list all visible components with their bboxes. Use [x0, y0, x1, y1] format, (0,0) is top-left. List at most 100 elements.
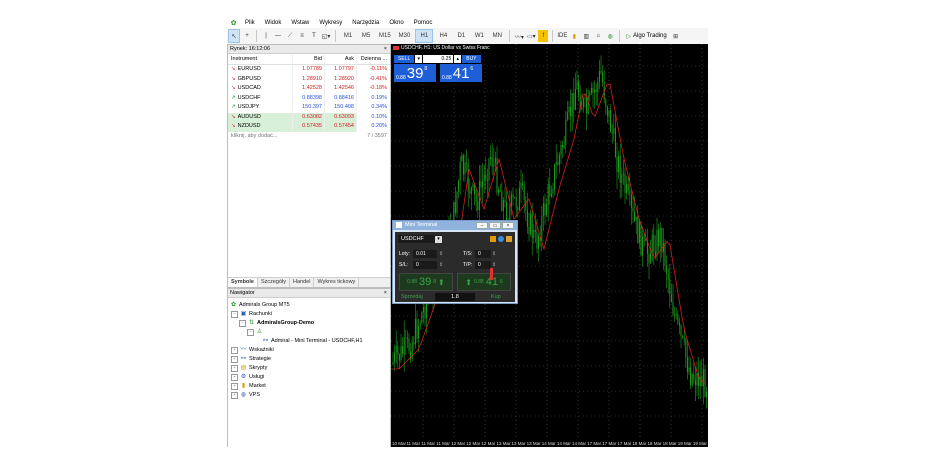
close-icon[interactable]: × [384, 45, 387, 53]
lot-input[interactable]: 0.25 [423, 55, 454, 63]
text-icon[interactable]: T [309, 30, 319, 42]
ts-stepper-icon[interactable]: ⇕ [492, 250, 496, 258]
minimize-icon[interactable]: – [476, 222, 488, 229]
buy-price[interactable]: 0.88 41 6 [440, 64, 482, 82]
tab-trading[interactable]: Handel [290, 278, 315, 287]
col-ask[interactable]: Ask [324, 54, 356, 64]
expand-icon[interactable]: + [231, 374, 238, 381]
lots-stepper-icon[interactable]: ⇕ [439, 250, 443, 258]
nav-item-market[interactable]: + ▮ Market [228, 382, 390, 391]
menu-file[interactable]: Plik [240, 20, 260, 26]
settings-icon[interactable] [490, 236, 496, 242]
expand-icon[interactable]: + [231, 347, 238, 354]
market-watch-row[interactable]: ↘ AUDUSD 0.63082 0.63093 0.10% [228, 112, 390, 122]
nav-item-broker[interactable]: ✿ Admirals Group MT5 [228, 301, 390, 310]
mini-buy-button[interactable]: ⬆ 0.88 41 6 [457, 273, 511, 291]
sl-stepper-icon[interactable]: ⇕ [439, 261, 443, 269]
expand-icon[interactable]: + [231, 356, 238, 363]
new-order-icon[interactable]: ⊞ [671, 30, 681, 42]
alert-icon[interactable] [506, 236, 512, 242]
menu-view[interactable]: Widok [260, 20, 287, 26]
signals-icon[interactable]: ⌂ [593, 30, 603, 42]
nav-item-mini-terminal[interactable]: ⚯ Admiral - Mini Terminal - USDCHF,H1 [228, 337, 390, 346]
chevron-down-icon[interactable]: ▾ [435, 236, 442, 243]
indicator-icon[interactable]: f [538, 30, 549, 42]
col-bid[interactable]: Bid [292, 54, 324, 64]
menu-charts[interactable]: Wykresy [314, 20, 347, 26]
market-watch-row[interactable]: ↗ USDJPY 150.397 150.408 0.34% [228, 103, 390, 113]
menu-help[interactable]: Pomoc [409, 20, 438, 26]
market-watch-row[interactable]: ↘ EURUSD 1.07789 1.07797 -0.11% [228, 65, 390, 75]
collapse-icon[interactable]: − [231, 311, 238, 318]
collapse-icon[interactable]: − [247, 329, 254, 336]
tf-d1[interactable]: D1 [453, 30, 469, 42]
tf-m15[interactable]: M15 [376, 30, 394, 42]
trendline-icon[interactable]: ⟋ [285, 30, 295, 42]
tf-m5[interactable]: M5 [358, 30, 374, 42]
depth-of-market-icon[interactable]: ▥ [581, 30, 591, 42]
tf-m30[interactable]: M30 [396, 30, 414, 42]
maximize-icon[interactable]: ▭ [489, 222, 501, 229]
chart-type-icon[interactable]: 〰▾ [514, 30, 524, 42]
tf-h4[interactable]: H4 [435, 30, 451, 42]
vertical-line-icon[interactable]: | [261, 30, 271, 42]
cursor-icon[interactable]: ↖ [228, 29, 240, 43]
tp-input[interactable]: 0 [475, 261, 491, 269]
close-icon[interactable]: × [384, 289, 387, 297]
menu-insert[interactable]: Wstaw [286, 20, 314, 26]
menu-tools[interactable]: Narzędzia [347, 20, 384, 26]
sell-button[interactable]: SELL [394, 55, 415, 63]
lot-increase-button[interactable]: ▴ [454, 55, 462, 63]
ts-label: T/S: [463, 251, 473, 257]
candle-body [626, 184, 628, 193]
mini-sell-button[interactable]: 0.88 39 8 ⬆ [399, 273, 453, 291]
tab-symbols[interactable]: Symbole [228, 278, 258, 287]
template-icon[interactable]: ▭▾ [526, 30, 536, 42]
menu-window[interactable]: Okno [384, 20, 408, 26]
lot-decrease-button[interactable]: ▾ [415, 55, 423, 63]
shapes-icon[interactable]: ◱▾ [321, 30, 331, 42]
nav-item-scripts[interactable]: + ▤ Skrypty [228, 364, 390, 373]
market-watch-row[interactable]: ↘ USDCAD 1.42528 1.42546 -0.18% [228, 84, 390, 94]
buy-button[interactable]: BUY [462, 55, 481, 63]
market-watch-row[interactable]: ↗ USDCHF 0.88398 0.88416 0.19% [228, 93, 390, 103]
algo-trading-button[interactable]: ▷ Algo Trading [623, 33, 669, 40]
tf-mn[interactable]: MN [489, 30, 505, 42]
globe-icon[interactable]: ◍ [605, 30, 615, 42]
expand-icon[interactable]: + [231, 392, 238, 399]
horizontal-line-icon[interactable]: — [273, 30, 283, 42]
col-instrument[interactable]: Instrument [228, 54, 292, 64]
lots-input[interactable]: 0.01 [413, 250, 437, 258]
instrument-cell: ↘ NZDUSD [228, 122, 292, 132]
tf-h1[interactable]: H1 [415, 29, 434, 43]
tf-m1[interactable]: M1 [340, 30, 356, 42]
tab-tick-chart[interactable]: Wykres tickowy [314, 278, 360, 287]
nav-item-accounts[interactable]: − ▣ Rachunki [228, 310, 390, 319]
nav-item-vps[interactable]: + ◍ VPS [228, 391, 390, 400]
collapse-icon[interactable]: − [239, 320, 246, 327]
market-watch-row[interactable]: ↘ NZDUSD 0.57435 0.57454 0.20% [228, 122, 390, 132]
crosshair-icon[interactable]: + [242, 30, 252, 42]
nav-item-server[interactable]: − ⇅ AdmiralsGroup-Demo [228, 319, 390, 328]
col-daily-change[interactable]: Dzienna ... [356, 54, 389, 64]
tf-w1[interactable]: W1 [471, 30, 487, 42]
nav-item-services[interactable]: + ⚙ Usługi [228, 373, 390, 382]
close-icon[interactable]: × [502, 222, 514, 229]
time-axis-label: 13 Mar 10:00 [511, 441, 526, 446]
expand-icon[interactable]: + [231, 383, 238, 390]
sl-input[interactable]: 0 [413, 261, 437, 269]
lock-icon[interactable]: ▮ [569, 30, 579, 42]
add-symbol-row[interactable]: kliknij, aby dodać... 7 / 3597 [228, 132, 390, 141]
nav-item-strategies[interactable]: + ⚯ Strategie [228, 355, 390, 364]
channel-icon[interactable]: ≡ [297, 30, 307, 42]
ts-input[interactable]: 0 [475, 250, 491, 258]
expand-icon[interactable]: + [231, 365, 238, 372]
nav-item-user[interactable]: − ♙ [228, 328, 390, 337]
sell-price[interactable]: 0.88 39 8 [394, 64, 436, 82]
mini-terminal-titlebar[interactable]: Mini Terminal – ▭ × [393, 221, 517, 230]
info-icon[interactable] [498, 236, 504, 242]
tab-details[interactable]: Szczegóły [258, 278, 291, 287]
ide-icon[interactable]: IDE [557, 30, 567, 42]
nav-item-indicators[interactable]: + 〰 Wskaźniki [228, 346, 390, 355]
market-watch-row[interactable]: ↘ GBPUSD 1.28910 1.28920 -0.41% [228, 74, 390, 84]
